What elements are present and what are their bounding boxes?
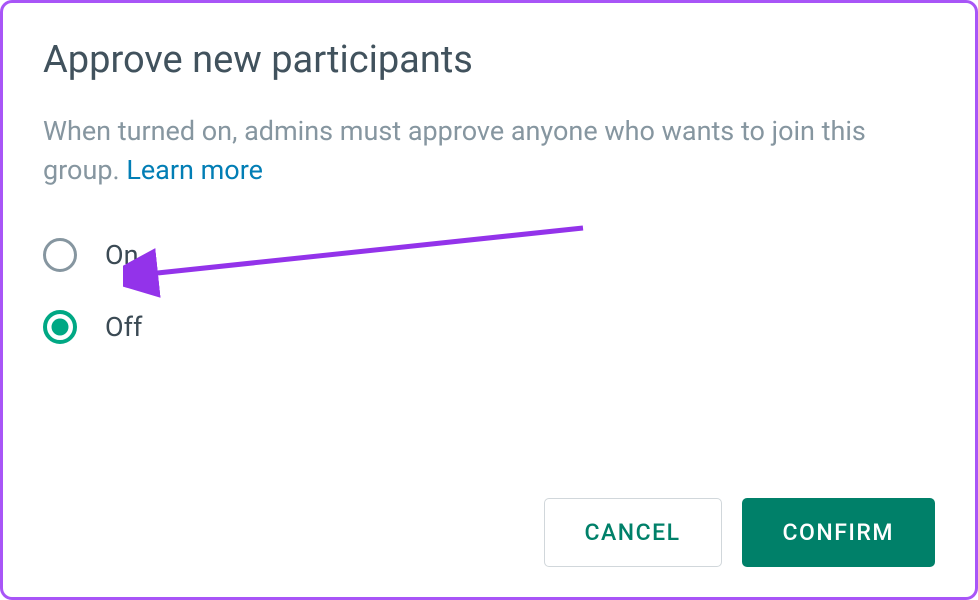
- radio-option-on[interactable]: On: [43, 238, 935, 272]
- radio-label-off: Off: [105, 311, 142, 343]
- dialog-description: When turned on, admins must approve anyo…: [43, 112, 935, 190]
- learn-more-link[interactable]: Learn more: [126, 154, 263, 186]
- button-row: CANCEL CONFIRM: [43, 498, 935, 567]
- radio-label-on: On: [105, 239, 139, 271]
- radio-group: On Off: [43, 238, 935, 344]
- confirm-button[interactable]: CONFIRM: [742, 498, 935, 567]
- radio-option-off[interactable]: Off: [43, 310, 935, 344]
- radio-icon-unselected: [43, 238, 77, 272]
- dialog-frame: Approve new participants When turned on,…: [0, 0, 978, 600]
- cancel-button[interactable]: CANCEL: [544, 498, 722, 567]
- dialog-heading: Approve new participants: [43, 38, 935, 82]
- radio-icon-selected: [43, 310, 77, 344]
